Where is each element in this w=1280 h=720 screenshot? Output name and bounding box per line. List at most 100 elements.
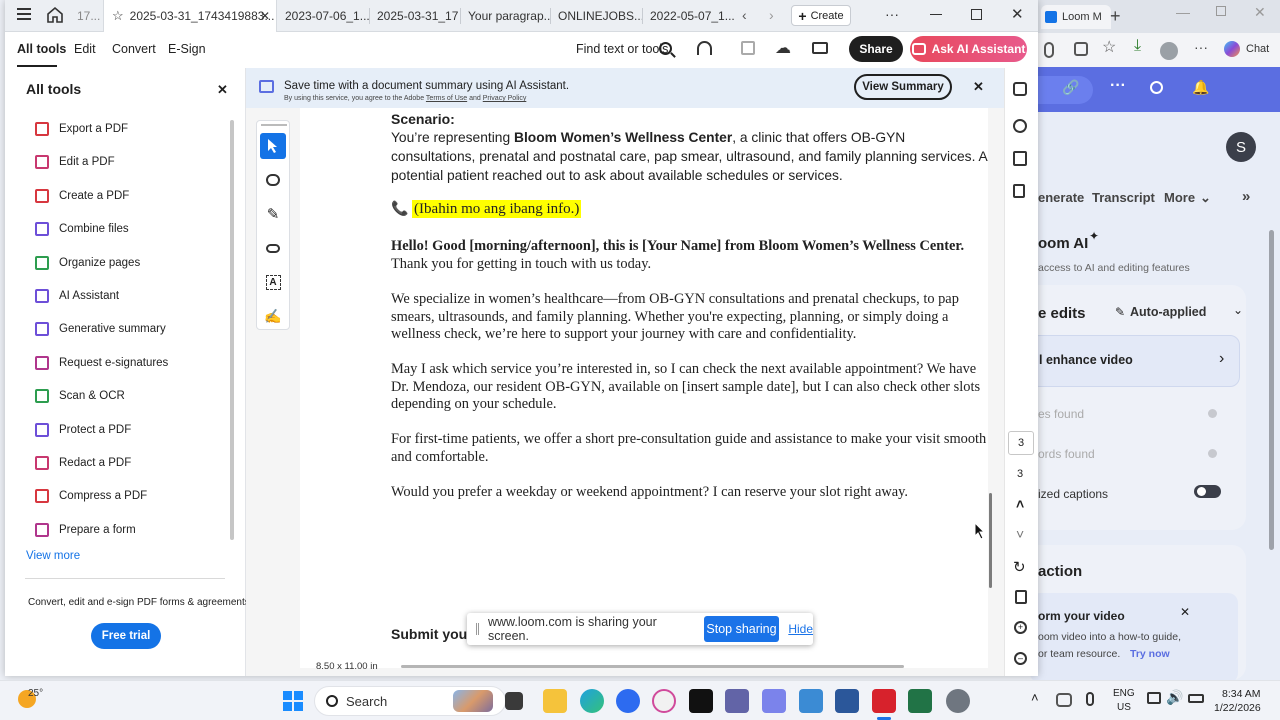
chevron-up-icon[interactable]: ˄ xyxy=(1016,496,1024,512)
comments-icon[interactable] xyxy=(1013,119,1027,133)
edge-browser-icon[interactable] xyxy=(580,689,604,713)
vertical-scrollbar[interactable] xyxy=(989,493,992,588)
tab-document-3[interactable]: 2023-07-06_1... xyxy=(277,0,369,32)
close-icon[interactable]: ✕ xyxy=(1180,605,1190,619)
more-options-icon[interactable]: ··· xyxy=(885,6,899,22)
tool-item-prepare-a-form[interactable]: Prepare a form xyxy=(35,518,136,542)
find-text-tools[interactable]: Find text or tools xyxy=(576,42,668,56)
free-trial-button[interactable]: Free trial xyxy=(91,623,161,649)
try-now-link[interactable]: Try now xyxy=(1130,648,1170,660)
tray-mic-icon[interactable] xyxy=(1086,692,1094,706)
teams-icon[interactable] xyxy=(725,689,749,713)
nav-generate[interactable]: enerate xyxy=(1038,190,1084,205)
battery-icon[interactable] xyxy=(1188,694,1204,703)
tab-scroll-left-icon[interactable]: ‹ xyxy=(742,7,747,23)
menu-convert[interactable]: Convert xyxy=(112,42,156,56)
mic-icon[interactable] xyxy=(1044,42,1054,58)
teams-classic-icon[interactable] xyxy=(762,689,786,713)
zoom-in-icon[interactable]: + xyxy=(1014,621,1027,634)
collapse-panel-icon[interactable]: » xyxy=(1242,188,1250,205)
extension-icon[interactable] xyxy=(1074,42,1088,56)
tool-item-redact-a-pdf[interactable]: Redact a PDF xyxy=(35,451,131,475)
tab-document-6[interactable]: ONLINEJOBS... xyxy=(550,0,642,32)
tab-document-4[interactable]: 2025-03-31_17... xyxy=(369,0,459,32)
stop-sharing-button[interactable]: Stop sharing xyxy=(703,616,780,642)
tool-item-compress-a-pdf[interactable]: Compress a PDF xyxy=(35,484,147,508)
bookmarks-icon[interactable] xyxy=(1013,151,1027,166)
window-maximize-icon[interactable] xyxy=(971,9,982,20)
language-line-1[interactable]: ENG xyxy=(1113,688,1135,699)
network-icon[interactable] xyxy=(1147,692,1161,704)
more-menu-icon[interactable]: ··· xyxy=(1194,39,1208,55)
home-icon[interactable] xyxy=(46,6,64,24)
print-icon[interactable] xyxy=(812,42,828,54)
ask-ai-assistant-button[interactable]: Ask AI Assistant xyxy=(910,36,1027,62)
more-icon[interactable]: ··· xyxy=(1110,77,1126,95)
taskbar-search[interactable]: Search xyxy=(314,686,506,716)
headphones-icon[interactable] xyxy=(697,41,712,55)
tray-app-icon[interactable] xyxy=(1056,693,1072,707)
tab-document-active[interactable]: ☆ 2025-03-31_1743419883... ✕ xyxy=(103,0,277,32)
text-tool-button[interactable]: A xyxy=(260,269,286,295)
share-button[interactable]: Share xyxy=(849,36,903,62)
terms-link[interactable]: Terms of Use xyxy=(426,95,467,102)
close-panel-icon[interactable]: ✕ xyxy=(217,82,228,98)
view-summary-button[interactable]: View Summary xyxy=(854,74,952,100)
notepad-icon[interactable] xyxy=(799,689,823,713)
comment-tool-button[interactable] xyxy=(260,167,286,193)
window-minimize-icon[interactable] xyxy=(930,14,942,15)
tab-document-1[interactable]: 17... xyxy=(69,0,103,32)
sign-tool-button[interactable]: ✍ xyxy=(260,303,286,329)
select-tool-button[interactable] xyxy=(260,133,286,159)
file-explorer-icon[interactable] xyxy=(543,689,567,713)
left-panel-scrollbar[interactable] xyxy=(230,120,234,540)
tray-chevron-up-icon[interactable]: ˄ xyxy=(1031,690,1039,705)
loom-scrollbar[interactable] xyxy=(1269,230,1274,550)
tool-item-edit-a-pdf[interactable]: Edit a PDF xyxy=(35,150,115,174)
star-icon[interactable]: ☆ xyxy=(112,8,124,24)
copilot-icon[interactable] xyxy=(1224,41,1240,57)
tool-item-export-a-pdf[interactable]: Export a PDF xyxy=(35,117,128,141)
loom-user-avatar[interactable]: S xyxy=(1226,132,1256,162)
tab-document-5[interactable]: Your paragrap... xyxy=(460,0,550,32)
chevron-down-icon[interactable]: ˅ xyxy=(1016,526,1024,542)
tool-item-combine-files[interactable]: Combine files xyxy=(35,217,129,241)
privacy-link[interactable]: Privacy Policy xyxy=(483,95,527,102)
tool-item-request-e-signatures[interactable]: Request e-signatures xyxy=(35,351,168,375)
copy-pages-icon[interactable] xyxy=(1013,184,1025,198)
tab-scroll-right-icon[interactable]: › xyxy=(769,7,774,23)
volume-icon[interactable]: 🔊 xyxy=(1166,689,1183,706)
minimize-icon[interactable]: — xyxy=(1176,4,1190,20)
create-button[interactable]: + Create xyxy=(791,5,851,26)
silences-toggle[interactable] xyxy=(1208,449,1217,458)
maximize-icon[interactable] xyxy=(1216,6,1226,16)
acrobat-icon[interactable] xyxy=(872,689,896,713)
language-line-2[interactable]: US xyxy=(1117,702,1131,713)
tool-item-create-a-pdf[interactable]: Create a PDF xyxy=(35,184,129,208)
zoom-out-icon[interactable]: – xyxy=(1014,652,1027,665)
fit-page-icon[interactable] xyxy=(1015,590,1027,604)
upload-cloud-icon[interactable]: ☁ xyxy=(775,38,791,58)
nav-more[interactable]: More xyxy=(1164,190,1195,205)
tool-item-protect-a-pdf[interactable]: Protect a PDF xyxy=(35,418,131,442)
tool-item-ai-assistant[interactable]: AI Assistant xyxy=(35,284,119,308)
search-icon[interactable] xyxy=(1150,81,1163,94)
draw-tool-button[interactable] xyxy=(260,235,286,261)
chat-label[interactable]: Chat xyxy=(1246,43,1269,55)
drag-handle-icon[interactable] xyxy=(476,623,479,635)
start-windows-icon[interactable] xyxy=(283,691,303,711)
ai-summary-icon[interactable] xyxy=(1013,82,1027,96)
horizontal-scrollbar[interactable] xyxy=(401,665,904,668)
menu-edit[interactable]: Edit xyxy=(74,42,96,56)
bell-icon[interactable]: 🔔 xyxy=(1192,79,1209,96)
menu-esign[interactable]: E-Sign xyxy=(168,42,206,56)
fillers-toggle[interactable] xyxy=(1208,409,1217,418)
enhance-video-row[interactable]: l enhance video › xyxy=(1030,335,1240,387)
zoom-app-icon[interactable] xyxy=(616,689,640,713)
hide-share-bar-link[interactable]: Hide xyxy=(788,622,813,636)
clock-date[interactable]: 1/22/2026 xyxy=(1214,702,1261,714)
close-tab-icon[interactable]: ✕ xyxy=(260,9,270,23)
auto-applied-dropdown[interactable]: Auto-applied xyxy=(1130,305,1206,319)
view-more-link[interactable]: View more xyxy=(26,550,80,562)
menu-all-tools[interactable]: All tools xyxy=(17,42,66,56)
